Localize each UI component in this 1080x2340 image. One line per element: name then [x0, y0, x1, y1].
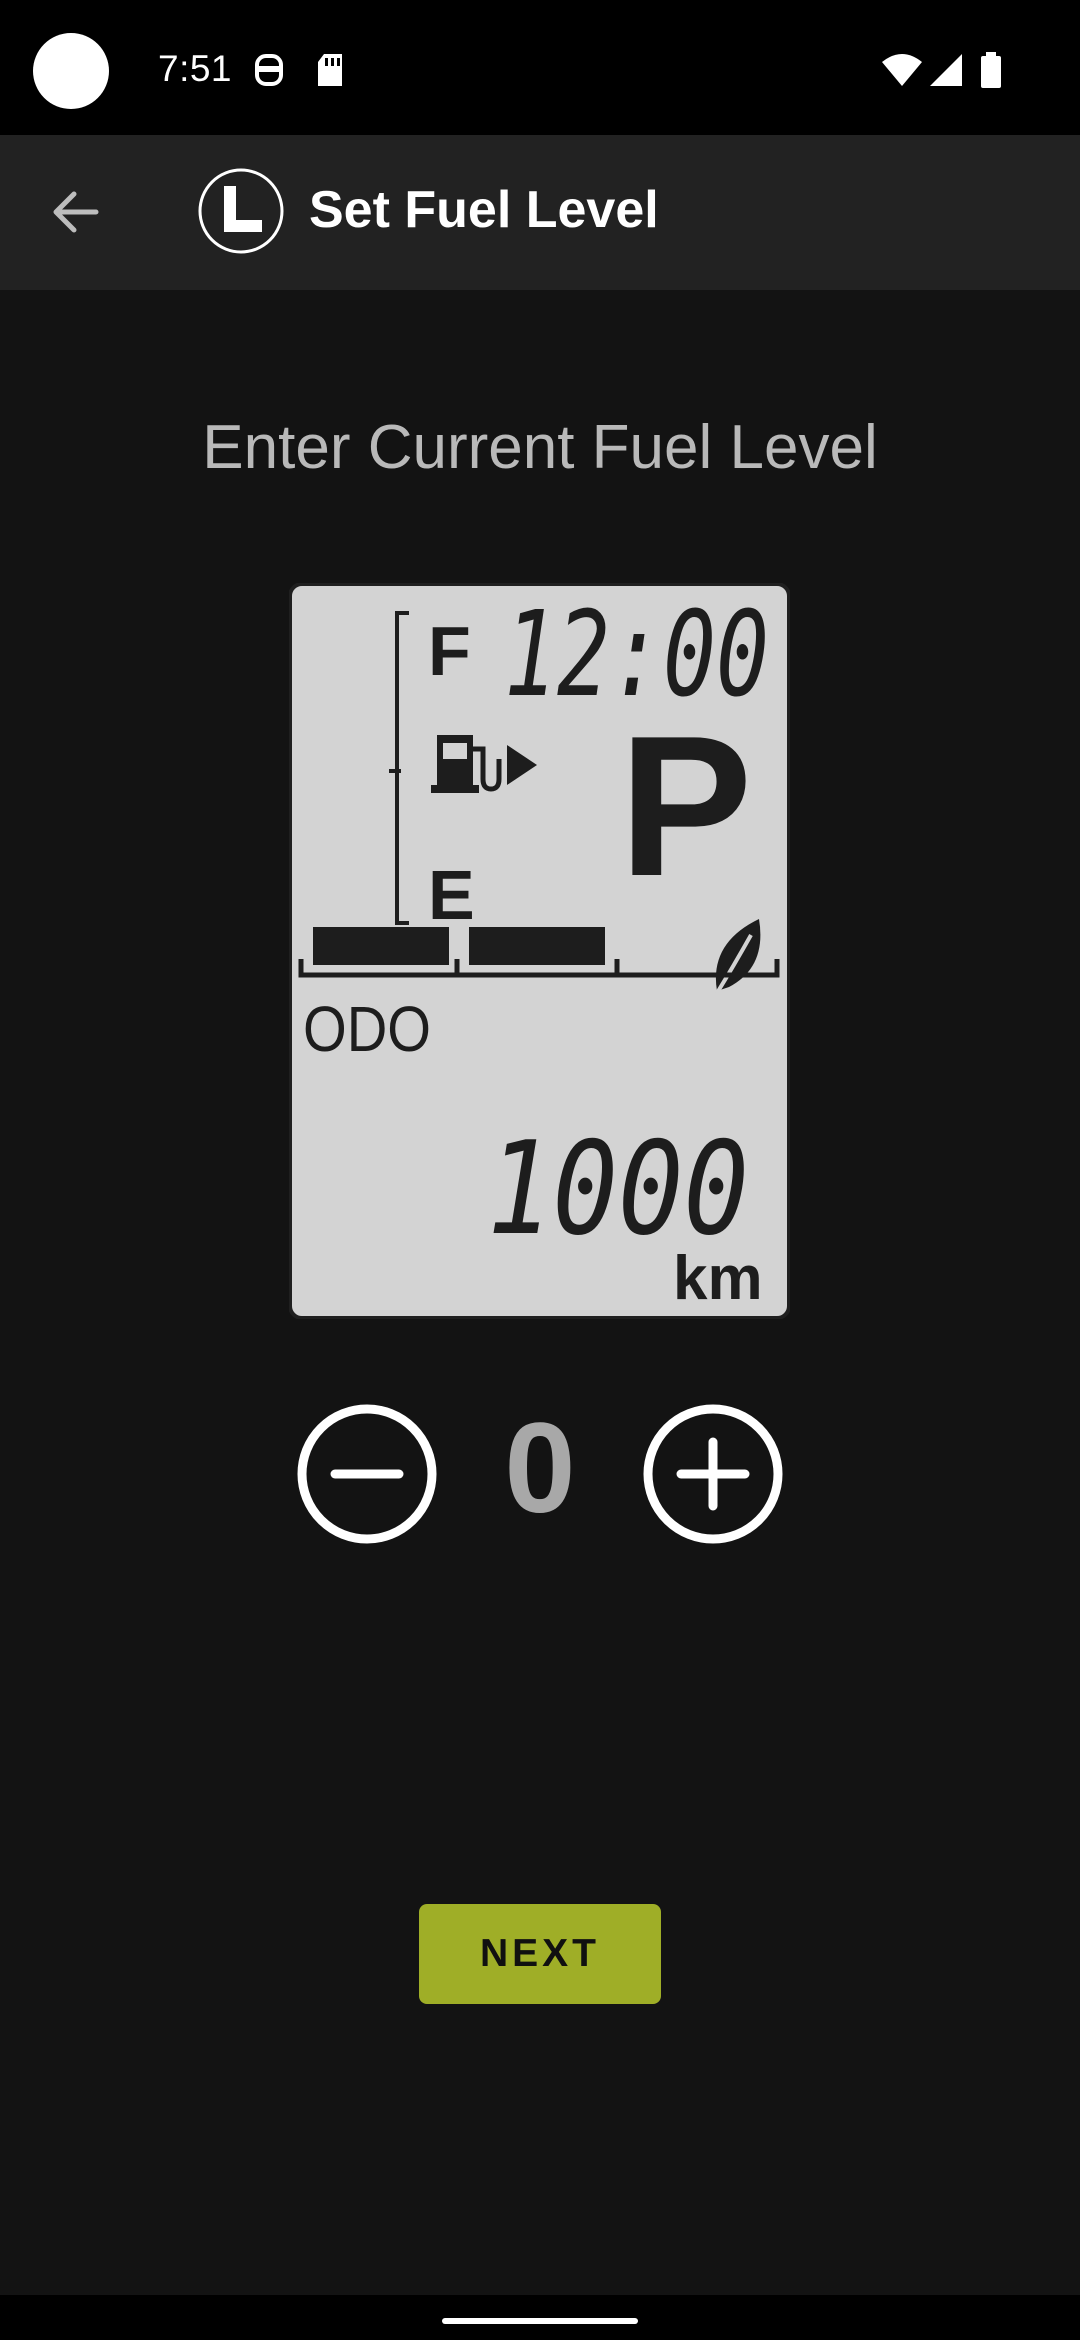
battery-icon: [981, 52, 1001, 88]
back-arrow-icon[interactable]: [44, 180, 108, 244]
odo-label: ODO: [303, 993, 431, 1065]
fuel-level-heading: Enter Current Fuel Level: [202, 413, 878, 482]
dashboard-display: F E 12:00 P ODO 1000 km: [288, 582, 791, 1320]
odo-unit: km: [673, 1244, 763, 1313]
page-title: Set Fuel Level: [309, 181, 659, 239]
cell-signal-icon: [930, 54, 962, 86]
fuel-bar-segment-2: [469, 927, 605, 965]
fuel-full-label: F: [428, 612, 471, 690]
android-debug-icon: [255, 54, 283, 86]
status-bar: 7:51: [0, 0, 1080, 135]
wifi-icon: [882, 54, 922, 86]
camera-cutout: [33, 33, 109, 109]
fuel-bar-segment-1: [313, 927, 449, 965]
fuel-empty-label: E: [428, 856, 475, 934]
gear-indicator: P: [619, 695, 752, 918]
odometer-readout: 1000: [487, 1115, 749, 1264]
fuel-level-value: 0: [504, 1397, 576, 1540]
app-logo-icon: [198, 168, 284, 254]
plus-icon: [676, 1437, 750, 1511]
sd-card-icon: [318, 54, 342, 86]
status-time: 7:51: [158, 48, 233, 89]
increase-button[interactable]: [643, 1404, 783, 1544]
decrease-button[interactable]: [297, 1404, 437, 1544]
next-button[interactable]: NEXT: [419, 1904, 661, 2004]
home-gesture-handle[interactable]: [442, 2318, 638, 2324]
